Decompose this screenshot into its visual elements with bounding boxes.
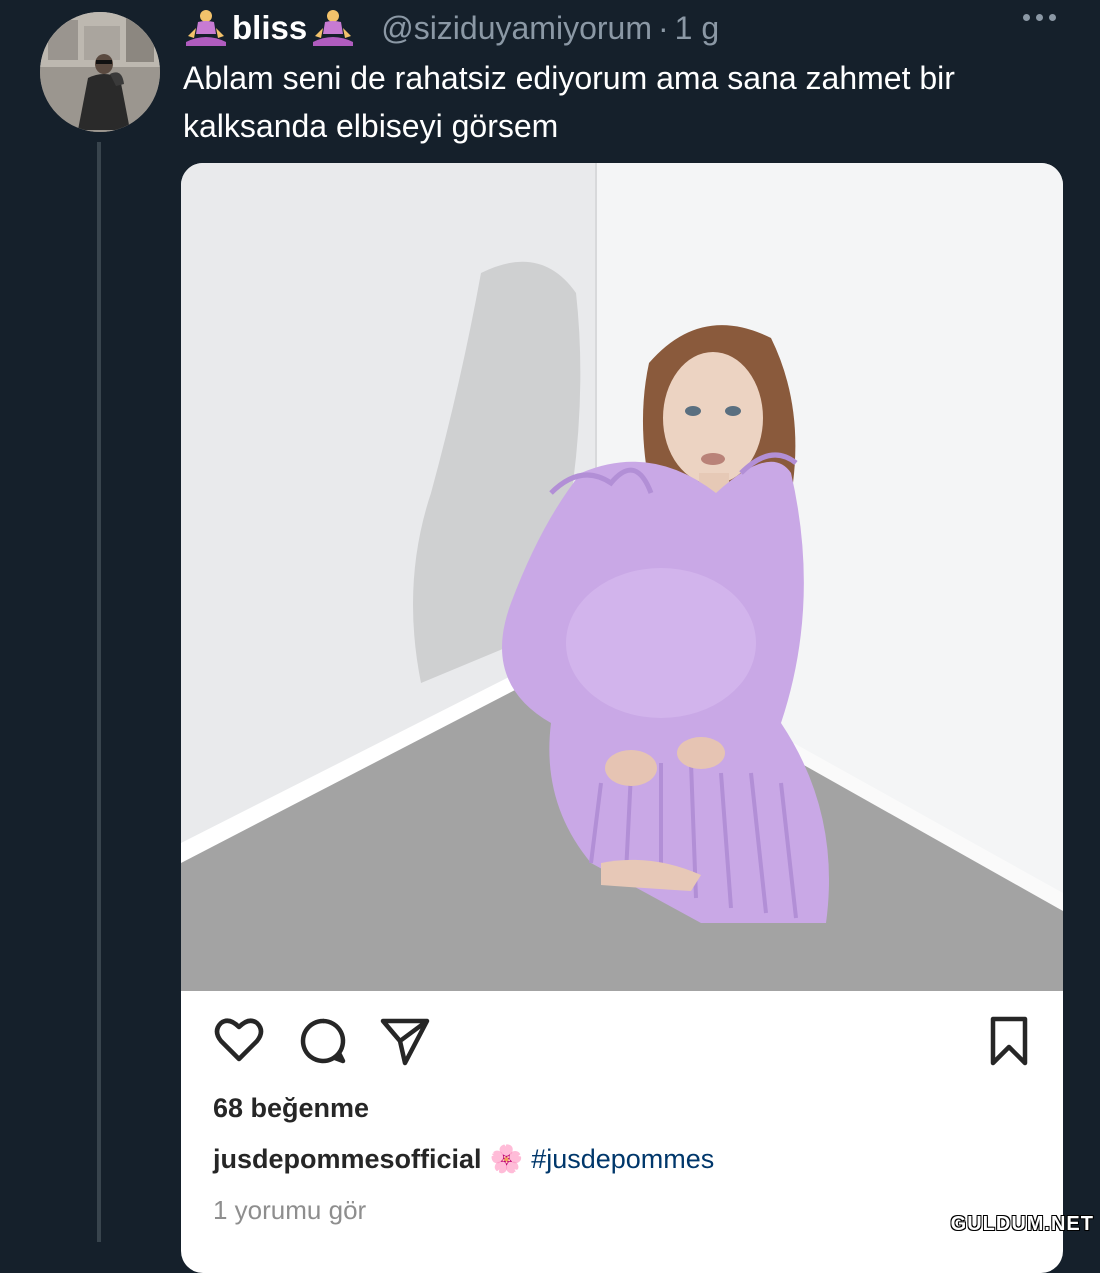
send-icon[interactable]: [377, 1013, 433, 1069]
avatar-photo: [40, 12, 160, 132]
bookmark-icon[interactable]: [981, 1013, 1037, 1069]
caption-hashtag[interactable]: #jusdepommes: [531, 1144, 714, 1175]
meditating-person-emoji-icon: [313, 10, 354, 46]
caption-username[interactable]: jusdepommesofficial: [213, 1144, 482, 1175]
comment-icon[interactable]: [295, 1013, 351, 1069]
post-photo[interactable]: [181, 163, 1063, 991]
user-handle[interactable]: @siziduyamiyorum: [381, 10, 652, 47]
cherry-blossom-emoji: 🌸: [489, 1144, 524, 1174]
view-comments-link[interactable]: 1 yorumu gör: [213, 1195, 366, 1226]
user-avatar[interactable]: [40, 12, 160, 132]
heart-icon[interactable]: [211, 1013, 267, 1069]
tweet-header: bliss @siziduyamiyorum · 1 g: [184, 8, 719, 48]
header-separator: ·: [657, 9, 669, 46]
embedded-post-card[interactable]: 68 beğenme jusdepommesofficial 🌸 #jusdep…: [181, 163, 1063, 1273]
likes-count[interactable]: 68 beğenme: [213, 1093, 369, 1124]
post-caption: jusdepommesofficial 🌸 #jusdepommes: [213, 1143, 714, 1175]
display-name[interactable]: bliss: [232, 9, 307, 47]
thread-line: [97, 142, 101, 1242]
tweet-text: Ablam seni de rahatsiz ediyorum ama sana…: [183, 60, 955, 144]
more-options-icon[interactable]: [1023, 14, 1056, 21]
tweet-timestamp[interactable]: 1 g: [675, 10, 719, 47]
site-watermark: GULDUM.NET: [950, 1213, 1094, 1235]
meditating-person-emoji-icon: [186, 10, 226, 46]
post-action-bar: [181, 1013, 1063, 1073]
